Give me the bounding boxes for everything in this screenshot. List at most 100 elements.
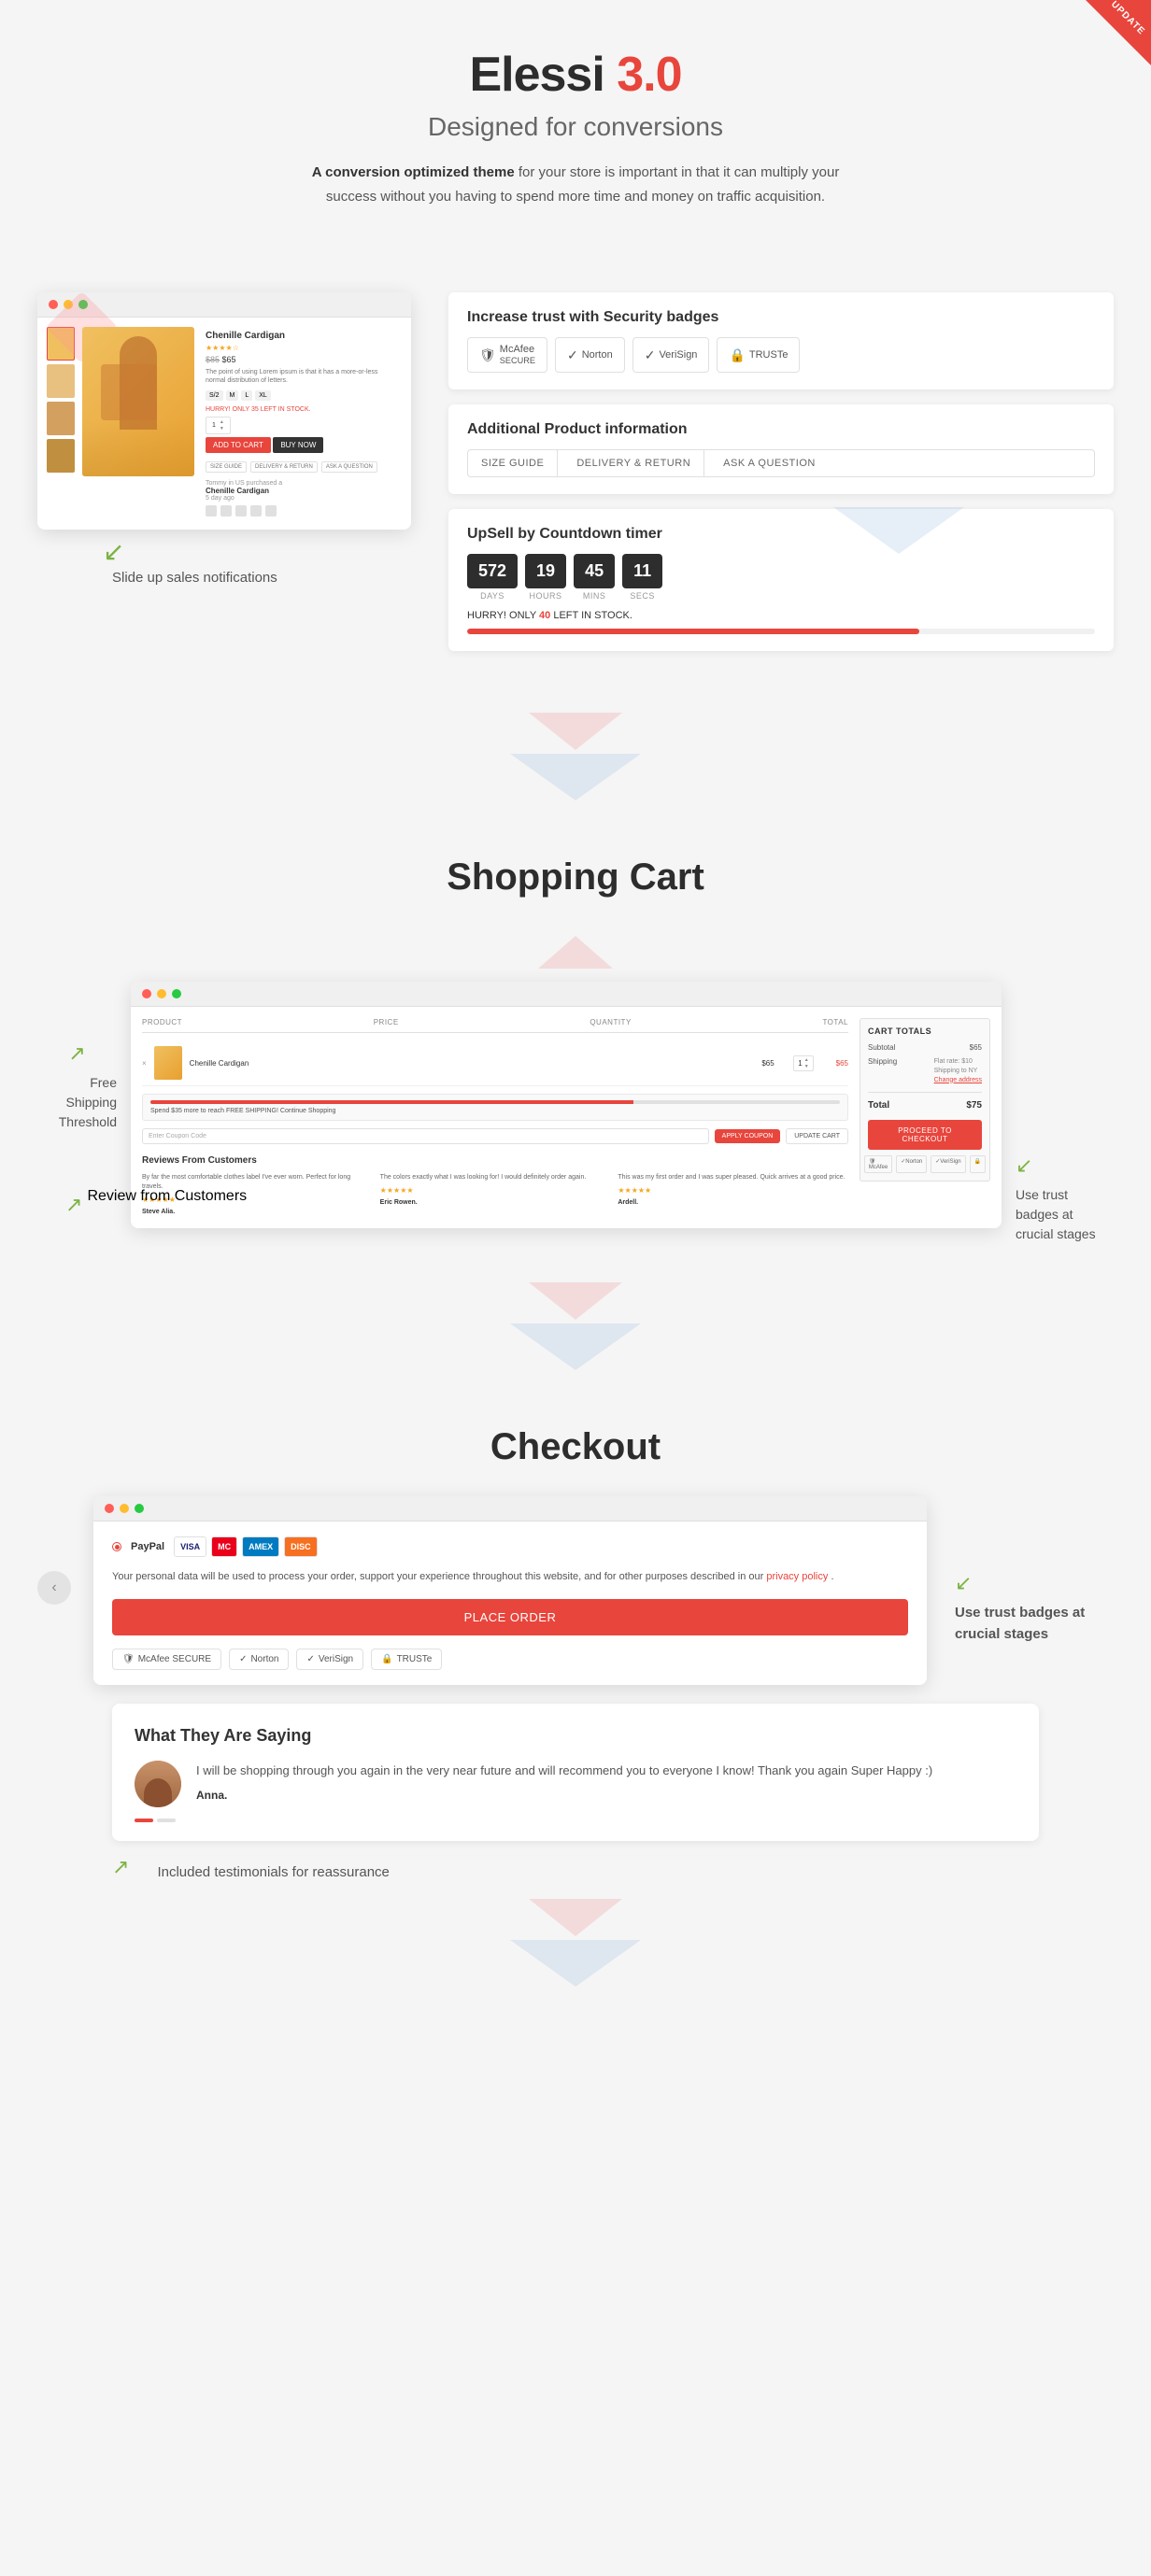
- qty-down-icon[interactable]: ▼: [804, 1064, 809, 1069]
- slide-label: Slide up sales notifications: [112, 570, 277, 586]
- stock-progress-bar: [467, 629, 1095, 634]
- social-icon-1[interactable]: [206, 505, 217, 517]
- secs-num: 11: [622, 554, 662, 588]
- dot-1[interactable]: [135, 1819, 153, 1822]
- hero-subtitle: Designed for conversions: [93, 112, 1058, 142]
- remove-btn[interactable]: ×: [142, 1059, 147, 1068]
- qty-up-icon[interactable]: ▲: [804, 1057, 809, 1063]
- testimonials-arrow: ↗: [112, 1855, 129, 1879]
- buy-now-btn[interactable]: BUY NOW: [273, 437, 323, 453]
- info-tab-size[interactable]: SIZE GUIDE: [468, 450, 558, 476]
- countdown-title: UpSell by Countdown timer: [467, 526, 1095, 543]
- size-s[interactable]: S/2: [206, 390, 223, 401]
- qty-up[interactable]: ▲: [220, 419, 224, 425]
- header-price: PRICE: [374, 1018, 399, 1026]
- product-layout: Chenille Cardigan ★★★★☆ $85 $65 The poin…: [37, 292, 1114, 666]
- checkout-verisign-icon: ✓: [306, 1654, 314, 1664]
- stock-progress-inner: [467, 629, 919, 634]
- social-icon-2[interactable]: [220, 505, 232, 517]
- place-order-btn[interactable]: PLACE ORDER: [112, 1599, 908, 1635]
- page-wrapper: UPDATE Elessi 3.0 Designed for conversio…: [0, 0, 1151, 2033]
- product-info-tabs: SIZE GUIDE DELIVERY & RETURN ASK A QUEST…: [467, 449, 1095, 477]
- coupon-row: Enter Coupon Code APPLY COUPON UPDATE CA…: [142, 1128, 848, 1144]
- trust-arrow-icon: ↙: [1016, 1150, 1114, 1181]
- tab-size-guide[interactable]: SIZE GUIDE: [206, 461, 247, 473]
- badge-mcafee: 🛡 McAfeeSECURE: [467, 337, 547, 373]
- testimonial-dots: [135, 1819, 1016, 1822]
- shipping-label: Shipping: [868, 1057, 897, 1084]
- cart-badge-3: ✓VeriSign: [931, 1155, 965, 1173]
- norton-icon: ✓: [567, 347, 578, 363]
- privacy-text: Your personal data will be used to proce…: [112, 1568, 908, 1586]
- thumb-4[interactable]: [47, 439, 75, 473]
- cart-dot-green: [172, 989, 181, 998]
- security-badges-title: Increase trust with Security badges: [467, 309, 1095, 326]
- included-testimonials-text: Included testimonials for reassurance: [157, 1864, 389, 1880]
- cart-header-row: PRODUCT PRICE QUANTITY TOTAL: [142, 1018, 848, 1033]
- checkout-section-wrapper: Checkout ‹: [0, 1380, 1151, 2033]
- cart-section: ↗ Free Shipping Threshold: [0, 982, 1151, 1273]
- payment-method-row: PayPal VISA MC AMEX DISC: [112, 1536, 908, 1557]
- customer-text: Tommy in US purchased a: [206, 480, 398, 487]
- notification-time: 5 day ago: [206, 495, 398, 502]
- size-l[interactable]: L: [241, 390, 252, 401]
- coupon-input[interactable]: Enter Coupon Code: [142, 1128, 709, 1144]
- info-tab-question[interactable]: ASK A QUESTION: [710, 450, 829, 476]
- cart-main: PRODUCT PRICE QUANTITY TOTAL × Chenille …: [142, 1018, 848, 1217]
- checkout-badge-mcafee: 🛡 McAfee SECURE: [112, 1649, 221, 1670]
- add-to-cart-btn[interactable]: ADD TO CART: [206, 437, 271, 453]
- deco-triangles-final: [37, 1899, 1114, 1987]
- review-3-text: This was my first order and I was super …: [618, 1173, 848, 1182]
- social-icon-4[interactable]: [250, 505, 262, 517]
- dot-2[interactable]: [157, 1819, 176, 1822]
- cart-totals-title: CART TOTALS: [868, 1026, 982, 1036]
- deco-triangles-2: [0, 936, 1151, 972]
- thumb-2[interactable]: [47, 364, 75, 398]
- countdown-days: 572 DAYS: [467, 554, 518, 601]
- prev-arrow[interactable]: ‹: [37, 1571, 71, 1605]
- testimonial-author: Anna.: [196, 1789, 932, 1802]
- info-tab-delivery[interactable]: DELIVERY & RETURN: [563, 450, 704, 476]
- subtotal-label: Subtotal: [868, 1043, 895, 1052]
- free-shipping-label: ↗ Free Shipping Threshold: [37, 982, 131, 1132]
- size-m[interactable]: M: [226, 390, 239, 401]
- update-cart-btn[interactable]: UPDATE CART: [786, 1128, 848, 1144]
- notification-product: Chenille Cardigan: [206, 487, 398, 495]
- hours-label: HOURS: [525, 591, 566, 601]
- header-total: TOTAL: [822, 1018, 848, 1026]
- paypal-radio[interactable]: [112, 1542, 121, 1551]
- checkout-dot-green: [135, 1504, 144, 1513]
- review-2-text: The colors exactly what I was looking fo…: [380, 1173, 611, 1182]
- social-icon-5[interactable]: [265, 505, 277, 517]
- qty-label: 1: [212, 422, 216, 429]
- checkout-btn[interactable]: PROCEED TO CHECKOUT: [868, 1120, 982, 1150]
- checkout-truste-text: TRUSTe: [397, 1654, 433, 1664]
- stock-warning: HURRY! ONLY 35 LEFT IN STOCK.: [206, 406, 398, 413]
- cart-badge-2: ✓Norton: [896, 1155, 927, 1173]
- cart-sidebar: CART TOTALS Subtotal $65 Shipping: [860, 1018, 990, 1217]
- days-num: 572: [467, 554, 518, 588]
- cart-trust-badges: 🛡McAfee ✓Norton ✓VeriSign 🔒: [868, 1155, 982, 1173]
- hurry-suffix: LEFT IN STOCK.: [553, 610, 632, 621]
- change-address[interactable]: Change address: [934, 1076, 982, 1085]
- thumb-3[interactable]: [47, 402, 75, 435]
- hurry-text: HURRY! ONLY 40 LEFT IN STOCK.: [467, 610, 1095, 621]
- tab-question[interactable]: ASK A QUESTION: [321, 461, 377, 473]
- testimonial-text: I will be shopping through you again in …: [196, 1761, 932, 1781]
- hero-title: Elessi 3.0: [93, 47, 1058, 103]
- qty-down[interactable]: ▼: [220, 426, 224, 432]
- truste-label: TRUSTe: [749, 349, 789, 361]
- shipping-progress-bar: [150, 1100, 840, 1104]
- privacy-policy-link[interactable]: privacy policy: [766, 1571, 828, 1582]
- cart-totals-card: CART TOTALS Subtotal $65 Shipping: [860, 1018, 990, 1182]
- apply-coupon-btn[interactable]: APPLY COUPON: [715, 1129, 781, 1143]
- checkout-layout: ‹ PayPal: [37, 1496, 1114, 1685]
- discover-icon: DISC: [284, 1536, 318, 1557]
- qty-value: 1: [798, 1059, 802, 1068]
- hero-desc: A conversion optimized theme for your st…: [295, 161, 856, 208]
- countdown-box: 572 DAYS 19 HOURS 45 MINS 11: [467, 554, 1095, 601]
- size-xl[interactable]: XL: [255, 390, 271, 401]
- social-icon-3[interactable]: [235, 505, 247, 517]
- tab-delivery[interactable]: DELIVERY & RETURN: [250, 461, 318, 473]
- cart-item-row: × Chenille Cardigan $65 1: [142, 1040, 848, 1086]
